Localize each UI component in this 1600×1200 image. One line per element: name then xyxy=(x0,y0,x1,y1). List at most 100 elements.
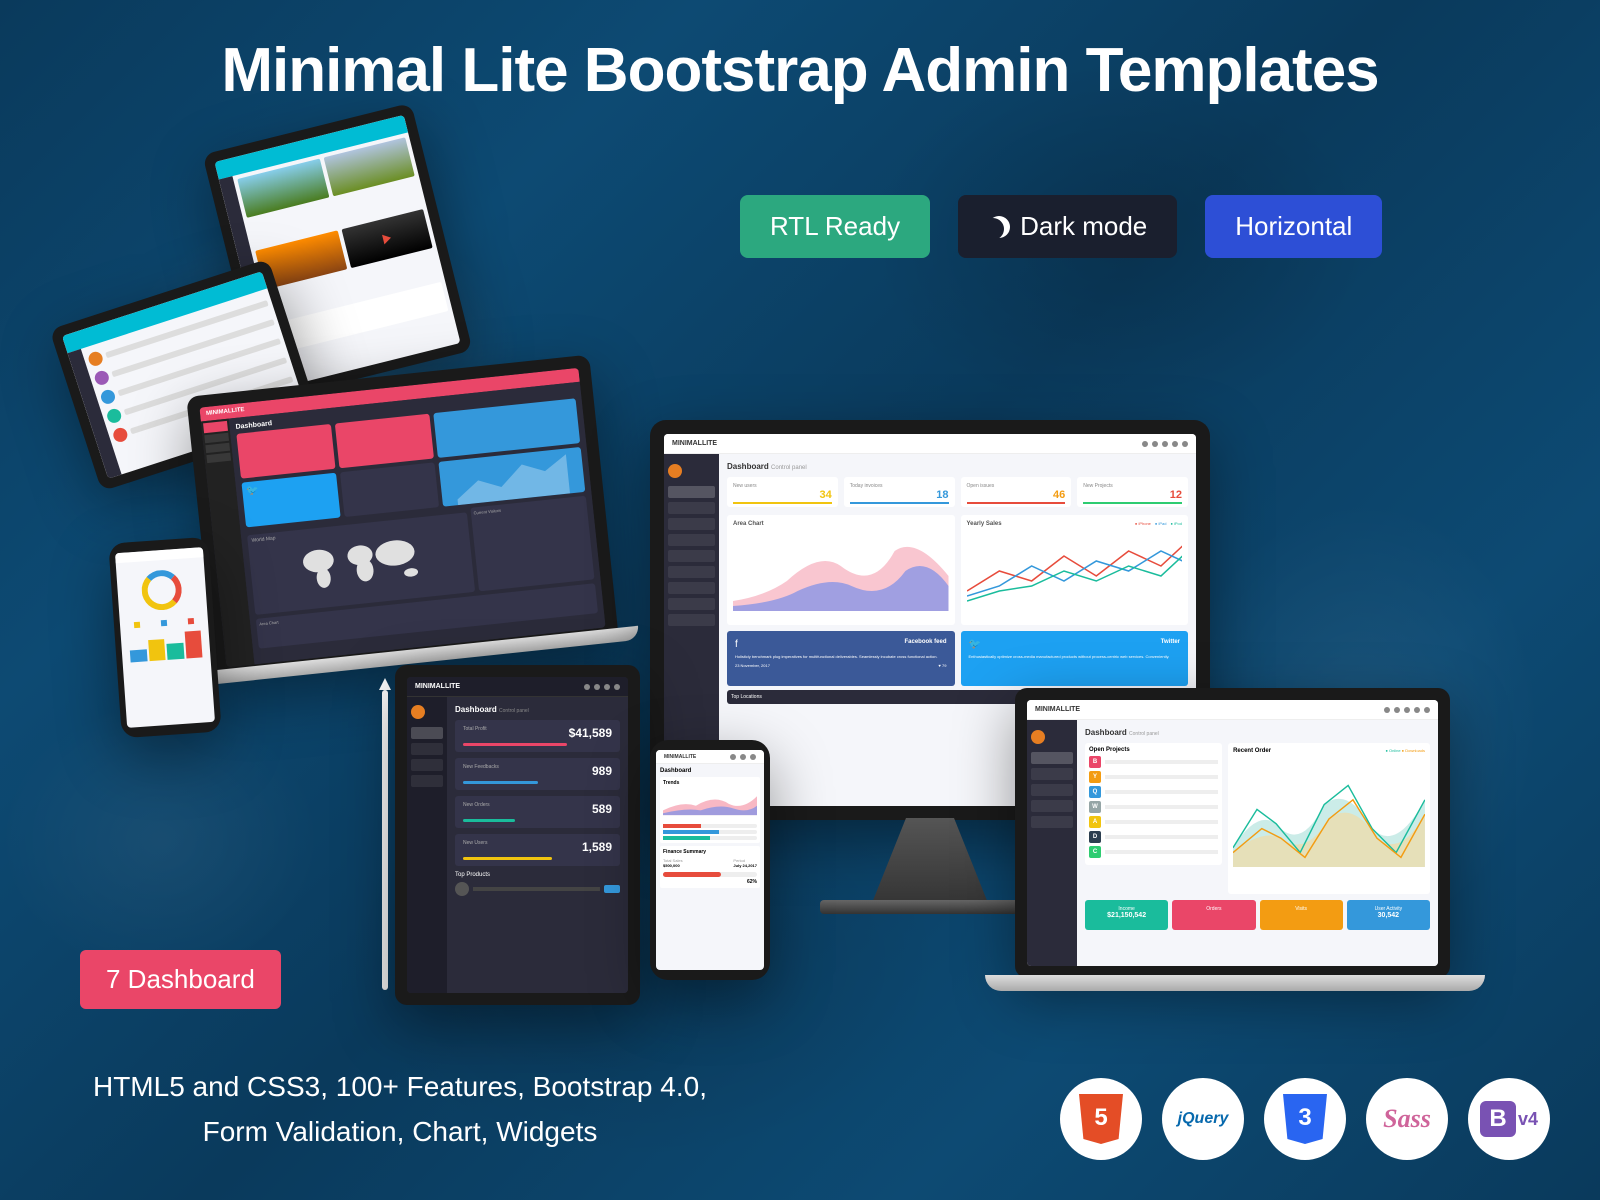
sidebar-item[interactable] xyxy=(668,502,715,514)
stat-invoices[interactable]: Today invoices18 xyxy=(844,477,955,507)
laptop-dark-mockup: MINIMALLITE Dashboard 🐦 xyxy=(186,355,619,681)
stat-feedbacks[interactable]: New Feedbacks989 xyxy=(455,758,620,790)
sidebar-item[interactable] xyxy=(1031,816,1073,828)
project-item[interactable]: W xyxy=(1089,801,1218,813)
sidebar-item[interactable] xyxy=(411,727,443,739)
dashboard-header: Dashboard Control panel xyxy=(455,705,620,714)
rtl-label: RTL Ready xyxy=(770,211,900,242)
sidebar-item[interactable] xyxy=(203,421,228,433)
twitter-card[interactable]: 🐦 xyxy=(241,473,340,528)
product-badge xyxy=(604,885,620,893)
legend-dot xyxy=(134,622,140,628)
stat-users[interactable]: New Users1,589 xyxy=(455,834,620,866)
yearly-sales-card[interactable]: Yearly Sales ● iPhone ● iPad ● iPod xyxy=(961,515,1189,625)
tw-title: Twitter xyxy=(1161,639,1180,645)
avatar[interactable] xyxy=(668,464,682,478)
laptop-recent-mockup: MINIMALLITE Dashboard Control panel Open… xyxy=(1015,688,1450,978)
stat-card[interactable] xyxy=(236,424,335,479)
top-products-label: Top Products xyxy=(455,872,620,878)
visits-card[interactable]: Visits xyxy=(1260,900,1343,930)
stat-orders[interactable]: New Orders589 xyxy=(455,796,620,828)
legend-dot xyxy=(187,618,193,624)
donut-chart[interactable] xyxy=(140,569,183,612)
html5-icon xyxy=(1060,1078,1142,1160)
stat-projects[interactable]: New Projects12 xyxy=(1077,477,1188,507)
lr-topbar: MINIMALLITE xyxy=(1027,700,1438,720)
brand-label: MINIMALLITE xyxy=(415,683,460,690)
world-map-label: World Map xyxy=(251,535,276,543)
sidebar-item[interactable] xyxy=(668,582,715,594)
sidebar-item[interactable] xyxy=(204,433,229,443)
sidebar-item[interactable] xyxy=(206,453,231,463)
activity-card[interactable]: User Activity 30,542 xyxy=(1347,900,1430,930)
project-item[interactable]: A xyxy=(1089,816,1218,828)
sidebar-item[interactable] xyxy=(1031,752,1073,764)
horizontal-badge[interactable]: Horizontal xyxy=(1205,195,1382,258)
orders-card[interactable]: Orders xyxy=(1172,900,1255,930)
dashboard-count-badge: 7 Dashboard xyxy=(80,950,281,1009)
dashboard-header: Dashboard Control panel xyxy=(727,462,1188,471)
project-item[interactable]: Q xyxy=(1089,786,1218,798)
facebook-card[interactable]: Facebook feed f Holisticly benchmark plu… xyxy=(727,631,955,686)
dashboard-header: Dashboard Control panel xyxy=(1085,728,1430,737)
avatar[interactable] xyxy=(1031,730,1045,744)
dark-sidebar xyxy=(407,697,447,993)
dark-mode-badge[interactable]: Dark mode xyxy=(958,195,1177,258)
gallery-caption xyxy=(273,281,448,352)
sidebar-item[interactable] xyxy=(1031,800,1073,812)
brand-label: MINIMALLITE xyxy=(664,754,696,760)
sidebar-item[interactable] xyxy=(411,743,443,755)
visitors-card[interactable]: Current Visitors xyxy=(470,496,594,592)
phone-donut-mockup xyxy=(108,537,221,739)
sidebar-item[interactable] xyxy=(668,614,715,626)
sidebar-item[interactable] xyxy=(668,566,715,578)
page-title: Minimal Lite Bootstrap Admin Templates xyxy=(221,35,1378,106)
rtl-badge[interactable]: RTL Ready xyxy=(740,195,930,258)
open-projects-label: Open Projects xyxy=(1089,747,1218,753)
project-item[interactable]: D xyxy=(1089,831,1218,843)
brand-label: MINIMALLITE xyxy=(672,440,717,447)
sidebar-item[interactable] xyxy=(1031,784,1073,796)
bootstrap-icon: B v4 xyxy=(1468,1078,1550,1160)
sidebar-item[interactable] xyxy=(205,443,230,453)
imac-topbar: MINIMALLITE xyxy=(664,434,1196,454)
stat-card[interactable] xyxy=(335,414,434,469)
sidebar-item[interactable] xyxy=(1031,768,1073,780)
stat-new-users[interactable]: New users34 xyxy=(727,477,838,507)
apple-pencil xyxy=(382,690,388,990)
avatar[interactable] xyxy=(411,705,425,719)
recent-order-card[interactable]: Recent Order ● Online ● Downloads xyxy=(1228,743,1430,894)
brand-label: MINIMALLITE xyxy=(1035,706,1080,713)
sidebar-item[interactable] xyxy=(668,550,715,562)
finance-label: Finance Summary xyxy=(663,849,757,855)
sidebar-item[interactable] xyxy=(668,518,715,530)
stat-total-profit[interactable]: Total Profit$41,589 xyxy=(455,720,620,752)
sidebar-item[interactable] xyxy=(668,598,715,610)
chart-title: Area Chart xyxy=(733,521,949,527)
legend-dot xyxy=(161,620,167,626)
stat-issues[interactable]: Open issues46 xyxy=(961,477,1072,507)
brand-label: MINIMALLITE xyxy=(206,407,245,417)
horizontal-label: Horizontal xyxy=(1235,211,1352,242)
sidebar-item[interactable] xyxy=(411,775,443,787)
income-card[interactable]: Income $21,150,542 xyxy=(1085,900,1168,930)
twitter-card[interactable]: Twitter 🐦 Enthusiastically optimize cros… xyxy=(961,631,1189,686)
stat-card[interactable] xyxy=(340,462,439,517)
css3-icon xyxy=(1264,1078,1346,1160)
phone-topbar: MINIMALLITE xyxy=(656,750,764,764)
area-chart-card[interactable]: Area Chart xyxy=(727,515,955,625)
project-item[interactable]: B xyxy=(1089,756,1218,768)
moon-icon xyxy=(988,216,1010,238)
gallery-tile[interactable] xyxy=(341,209,433,268)
sidebar-item[interactable] xyxy=(411,759,443,771)
phone-topbar xyxy=(115,547,203,563)
project-item[interactable]: Y xyxy=(1089,771,1218,783)
play-icon xyxy=(382,233,392,245)
sass-icon: Sass xyxy=(1366,1078,1448,1160)
fb-date: 23 November, 2017 xyxy=(735,663,770,668)
project-item[interactable]: C xyxy=(1089,846,1218,858)
fb-text: Holisticly benchmark plug imperatives fo… xyxy=(735,654,947,659)
sidebar-item[interactable] xyxy=(668,534,715,546)
sidebar-item-dashboard[interactable] xyxy=(668,486,715,498)
dark-topbar: MINIMALLITE xyxy=(407,677,628,697)
